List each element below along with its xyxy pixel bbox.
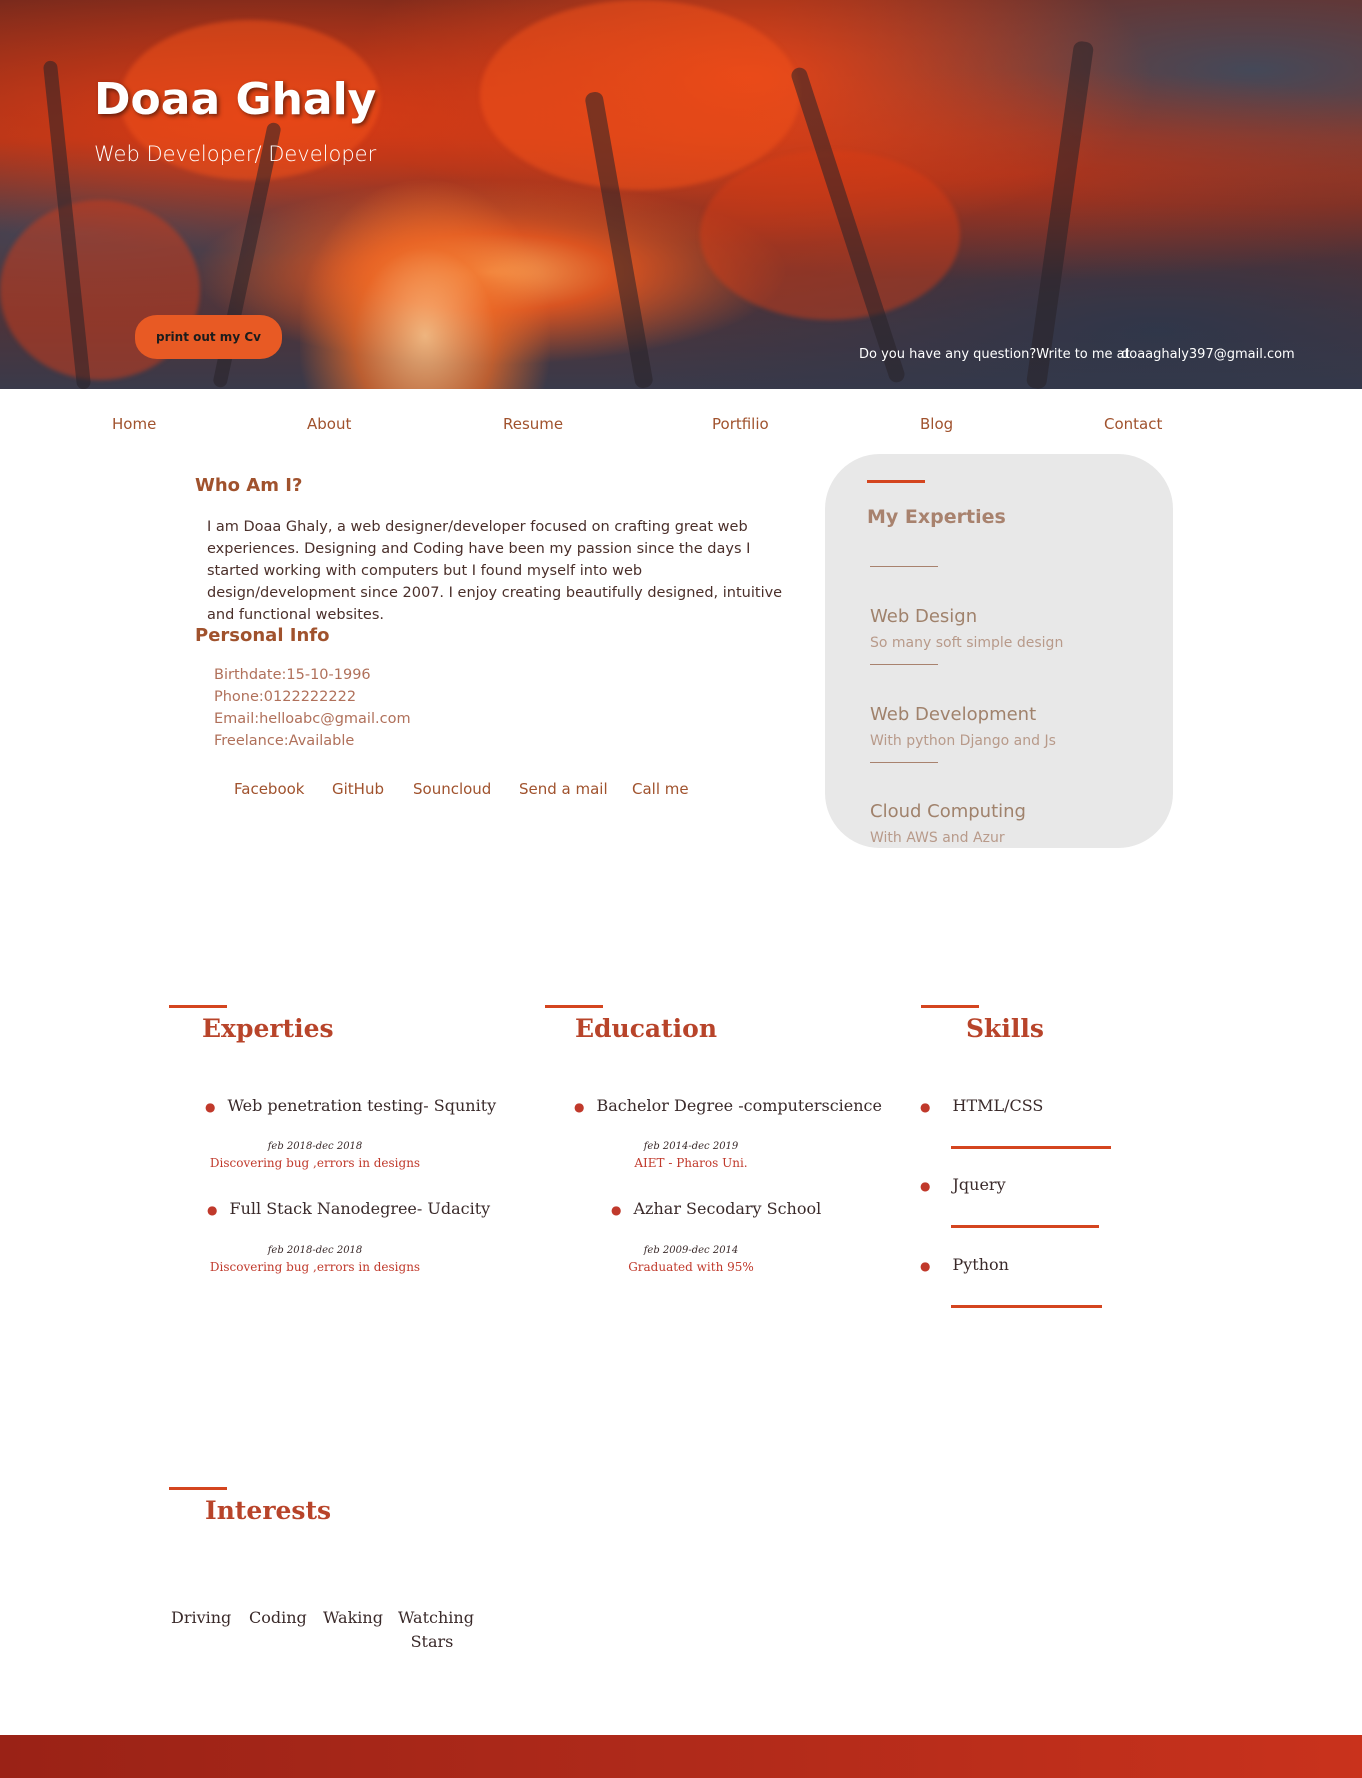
footer-bar xyxy=(0,1735,1362,1778)
accent-bar xyxy=(867,480,925,483)
education-item-title: Azhar Secodary School xyxy=(633,1199,822,1218)
personal-info-list: Birthdate:15-10-1996 Phone:0122222222 Em… xyxy=(214,664,411,752)
nav-portfolio[interactable]: Portfilio xyxy=(712,415,769,433)
experty-subtitle: So many soft simple design xyxy=(870,635,1064,651)
education-title: Education xyxy=(575,1014,718,1043)
social-mail-link[interactable]: Send a mail xyxy=(519,780,608,798)
hero-name: Doaa Ghaly xyxy=(94,74,377,125)
interest-walking: Waking xyxy=(323,1608,383,1627)
experties-item-date: feb 2018-dec 2018 xyxy=(267,1245,363,1256)
personal-info-phone: Phone:0122222222 xyxy=(214,689,357,705)
skill-name: Python xyxy=(952,1255,1009,1274)
bullet-icon: ● xyxy=(920,1179,931,1193)
main-nav: Home About Resume Portfilio Blog Contact xyxy=(0,389,1362,453)
divider xyxy=(870,762,938,763)
bullet-icon: ● xyxy=(207,1203,218,1217)
social-soundcloud-link[interactable]: Souncloud xyxy=(413,780,491,798)
accent-bar xyxy=(921,1005,979,1008)
contact-email-link[interactable]: doaaghaly397@gmail.com xyxy=(1121,347,1295,362)
experty-subtitle: With python Django and Js xyxy=(870,733,1056,749)
list-item: ● Bachelor Degree -computerscience xyxy=(574,1096,882,1115)
experty-title: Web Design xyxy=(870,606,978,627)
my-experties-title: My Experties xyxy=(867,506,1006,528)
skill-bar xyxy=(951,1225,1099,1228)
bullet-icon: ● xyxy=(205,1100,216,1114)
nav-home[interactable]: Home xyxy=(112,415,156,433)
nav-contact[interactable]: Contact xyxy=(1104,415,1162,433)
about-text: I am Doaa Ghaly, a web designer/develope… xyxy=(207,519,783,623)
print-cv-button[interactable]: print out my Cv xyxy=(135,315,282,359)
skills-title: Skills xyxy=(966,1014,1044,1043)
nav-blog[interactable]: Blog xyxy=(920,415,953,433)
list-item: ● Jquery xyxy=(920,1175,1006,1194)
personal-info-email: Email:helloabc@gmail.com xyxy=(214,711,411,727)
experties-item-title: Full Stack Nanodegree- Udacity xyxy=(229,1199,491,1218)
skill-name: Jquery xyxy=(952,1175,1006,1194)
list-item: ● Web penetration testing- Squnity xyxy=(205,1096,496,1115)
hero-banner: Doaa Ghaly Web Developer/ Developer prin… xyxy=(0,0,1362,389)
accent-bar xyxy=(169,1487,227,1490)
accent-bar xyxy=(545,1005,603,1008)
bullet-icon: ● xyxy=(920,1259,931,1273)
hero-foliage xyxy=(480,0,800,190)
interests-title: Interests xyxy=(205,1496,332,1525)
divider xyxy=(870,566,938,567)
interest-watching-stars: Watching Stars xyxy=(398,1608,474,1651)
hero-trunk xyxy=(1025,40,1095,389)
social-facebook-link[interactable]: Facebook xyxy=(234,780,304,798)
experties-item-date: feb 2018-dec 2018 xyxy=(267,1141,363,1152)
education-item-date: feb 2014-dec 2019 xyxy=(643,1141,739,1152)
bullet-icon: ● xyxy=(611,1203,622,1217)
skill-bar xyxy=(951,1305,1102,1308)
personal-info-title: Personal Info xyxy=(195,625,330,646)
my-experties-card: My Experties Web Design So many soft sim… xyxy=(825,454,1173,848)
education-item-date: feb 2009-dec 2014 xyxy=(643,1245,739,1256)
education-item-desc: Graduated with 95% xyxy=(628,1260,754,1274)
skill-bar xyxy=(951,1146,1111,1149)
social-github-link[interactable]: GitHub xyxy=(332,780,384,798)
hero-tree-arch xyxy=(300,180,550,389)
skill-name: HTML/CSS xyxy=(952,1096,1044,1115)
social-call-link[interactable]: Call me xyxy=(632,780,689,798)
hero-subtitle: Web Developer/ Developer xyxy=(94,142,377,166)
list-item: ● Full Stack Nanodegree- Udacity xyxy=(207,1199,490,1218)
education-item-title: Bachelor Degree -computerscience xyxy=(596,1096,882,1115)
experty-subtitle: With AWS and Azur xyxy=(870,830,1005,846)
bullet-icon: ● xyxy=(920,1100,931,1114)
interest-coding: Coding xyxy=(249,1608,307,1627)
experties-title: Experties xyxy=(202,1014,334,1043)
nav-resume[interactable]: Resume xyxy=(503,415,563,433)
personal-info-freelance: Freelance:Available xyxy=(214,733,355,749)
contact-question: Do you have any question?Write to me at xyxy=(859,347,1130,362)
experties-item-desc: Discovering bug ,errors in designs xyxy=(209,1260,421,1274)
experty-title: Web Development xyxy=(870,704,1037,725)
experties-item-title: Web penetration testing- Squnity xyxy=(227,1096,497,1115)
experties-item-desc: Discovering bug ,errors in designs xyxy=(209,1156,421,1170)
personal-info-birthdate: Birthdate:15-10-1996 xyxy=(214,667,371,683)
accent-bar xyxy=(169,1005,227,1008)
interest-driving: Driving xyxy=(171,1608,232,1627)
education-item-desc: AIET - Pharos Uni. xyxy=(634,1156,748,1170)
nav-about[interactable]: About xyxy=(307,415,351,433)
list-item: ● HTML/CSS xyxy=(920,1096,1043,1115)
experty-title: Cloud Computing xyxy=(870,801,1026,822)
divider xyxy=(870,664,938,665)
list-item: ● Azhar Secodary School xyxy=(611,1199,821,1218)
list-item: ● Python xyxy=(920,1255,1009,1274)
about-title: Who Am I? xyxy=(195,475,303,496)
bullet-icon: ● xyxy=(574,1100,585,1114)
